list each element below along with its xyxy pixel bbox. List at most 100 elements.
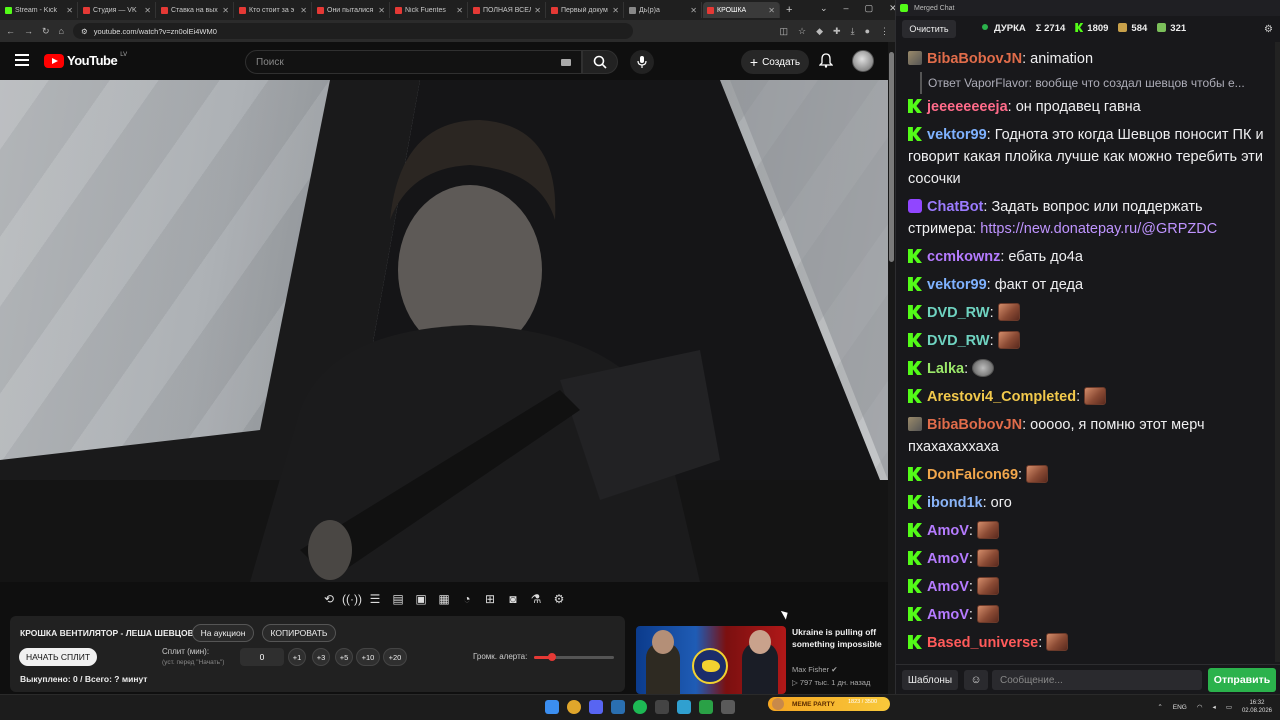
emoji-button[interactable]: ☺ [964,670,988,690]
chat-username[interactable]: vektor99 [927,277,987,293]
settings-gear-icon[interactable]: ⚙ [551,592,568,606]
split-minutes-input[interactable]: 0 [240,648,284,666]
reload-icon[interactable]: ↻ [42,26,50,37]
templates-button[interactable]: Шаблоны [902,670,958,690]
translate-icon[interactable]: ◫ [780,26,789,37]
clear-chat-button[interactable]: Очистить [902,20,956,38]
tray-arrow-icon[interactable]: ⌃ [1157,703,1162,711]
explorer-icon[interactable] [721,700,735,714]
maximize-button[interactable]: ▢ [865,3,874,14]
chat-message-input[interactable] [992,670,1202,690]
browser-tab[interactable]: Ставка на вых ✕ [157,2,234,18]
loop-icon[interactable]: ⟲ [321,592,338,606]
url-field[interactable]: ⚙ youtube.com/watch?v=zn0olEi4WM0 [72,23,633,39]
minimize-button[interactable]: – [844,3,849,14]
send-button[interactable]: Отправить [1208,668,1276,692]
playlist-settings-icon[interactable]: ☰ [367,592,384,606]
chat-username[interactable]: DVD_RW [927,305,990,321]
page-scrollbar[interactable] [888,42,895,694]
tab-close-icon[interactable]: ✕ [378,6,385,15]
search-button[interactable] [582,50,618,74]
chat-username[interactable]: AmoV [927,523,969,539]
youtube-logo[interactable]: YouTube LV [44,52,127,68]
chat-username[interactable]: AmoV [927,551,969,567]
broadcast-icon[interactable]: ((·)) [342,592,362,606]
alert-volume-slider[interactable] [534,653,614,661]
add-minutes-button[interactable]: +3 [312,648,330,666]
browser-tab[interactable]: Кто стоит за э ✕ [235,2,312,18]
tab-close-icon[interactable]: ✕ [66,6,73,15]
video-player[interactable] [0,80,888,582]
chat-username[interactable]: Lalka [927,361,964,377]
browser-tab[interactable]: КРОШКА ✕ [703,2,780,18]
clock[interactable]: 16:32 02.08.2026 [1242,699,1272,715]
add-minutes-button[interactable]: +10 [356,648,380,666]
collapse-tabs-icon[interactable]: ⌄ [820,3,828,14]
chat-username[interactable]: vektor99 [927,127,987,143]
steam-icon[interactable] [611,700,625,714]
recommended-thumbnail[interactable] [636,626,786,694]
recommended-title[interactable]: Ukraine is pulling off something impossi… [792,626,887,650]
add-minutes-button[interactable]: +1 [288,648,306,666]
subtitles-icon[interactable]: ▦ [436,592,453,606]
start-icon[interactable] [545,700,559,714]
extension-icon[interactable]: ◆ [816,26,823,37]
pip-icon[interactable]: ▣ [413,592,430,606]
start-split-button[interactable]: НАЧАТЬ СПЛИТ [19,648,97,666]
spotify-icon[interactable] [633,700,647,714]
chat-username[interactable]: AmoV [927,579,969,595]
chat-username[interactable]: DVD_RW [927,333,990,349]
chat-app-task-icon[interactable] [699,700,713,714]
alert-volume-knob[interactable] [547,653,556,661]
download-icon[interactable]: ⤓ [851,26,855,37]
browser-tab[interactable]: Дь(р)а ✕ [625,2,702,18]
new-tab-button[interactable]: + [786,4,792,16]
browser-tab[interactable]: ПОЛНАЯ ВСЕЛ ✕ [469,2,546,18]
add-screen-icon[interactable]: ⊞ [482,592,499,606]
telegram-icon[interactable] [677,700,691,714]
browser-menu-icon[interactable]: ⋮ [880,26,889,37]
home-icon[interactable]: ⌂ [59,26,64,36]
copy-button[interactable]: КОПИРОВАТЬ [262,624,336,642]
user-avatar[interactable] [852,50,874,72]
discord-icon[interactable] [589,700,603,714]
add-minutes-button[interactable]: +20 [383,648,407,666]
battery-icon[interactable]: ▭ [1226,703,1232,711]
browser-tab[interactable]: Nick Fuentes ✕ [391,2,468,18]
chat-username[interactable]: ccmkownz [927,249,1000,265]
tab-close-icon[interactable]: ✕ [690,6,697,15]
back-icon[interactable]: ← [6,26,15,36]
tab-close-icon[interactable]: ✕ [144,6,151,15]
chat-username[interactable]: BibaBobovJN [927,417,1022,433]
voice-search-button[interactable] [630,50,654,74]
page-scroll-thumb[interactable] [889,52,894,262]
auction-button[interactable]: На аукцион [192,624,254,642]
notifications-button[interactable] [818,53,834,73]
volume-icon[interactable]: ◂ [1213,703,1216,711]
tab-close-icon[interactable]: ✕ [612,6,619,15]
chat-username[interactable]: jeeeeeeeeja [927,99,1008,115]
browser-tab[interactable]: Они пыталися ✕ [313,2,390,18]
site-info-icon[interactable]: ⚙ [81,27,88,36]
tab-close-icon[interactable]: ✕ [768,6,775,15]
chrome-icon[interactable] [567,700,581,714]
reply-preview[interactable]: Ответ VaporFlavor: вообще что создал шев… [920,72,1260,94]
forward-icon[interactable]: → [24,26,33,36]
chat-username[interactable]: ibond1k [927,495,983,511]
obs-icon[interactable] [655,700,669,714]
language-indicator[interactable]: ENG [1173,704,1187,711]
speed-gauge-icon[interactable]: ◔ [459,592,476,606]
profile-icon[interactable]: ● [865,26,870,37]
chat-username[interactable]: ChatBot [927,199,983,215]
tab-close-icon[interactable]: ✕ [222,6,229,15]
browser-tab[interactable]: Первый докум ✕ [547,2,624,18]
browser-tab[interactable]: Студия — VK ✕ [79,2,156,18]
flask-icon[interactable]: ⚗ [528,592,545,606]
hamburger-menu-icon[interactable] [15,54,29,66]
create-button[interactable]: + Создать [741,50,809,74]
chat-scrollbar[interactable] [1275,42,1280,662]
wifi-icon[interactable]: ◠ [1197,703,1203,711]
add-minutes-button[interactable]: +5 [335,648,353,666]
chat-username[interactable]: AmoV [927,607,969,623]
recommended-channel[interactable]: Max Fisher ✔ [792,665,837,674]
